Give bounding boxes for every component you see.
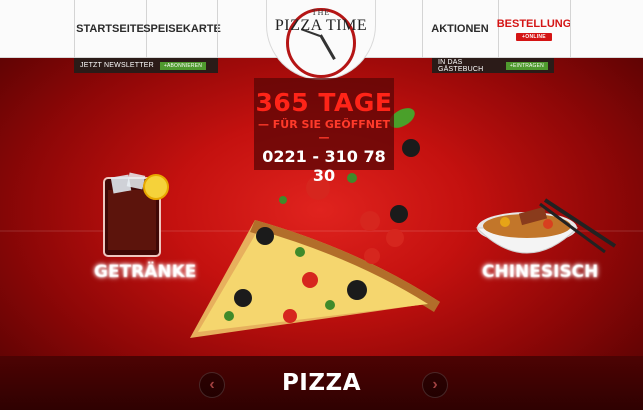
nav-item-bestellung[interactable]: BESTELLUNG +ONLINE <box>496 0 572 58</box>
nav-item-startseite[interactable]: STARTSEITE <box>74 0 146 58</box>
chevron-right-icon: › <box>432 376 438 393</box>
guestbook-entry-button[interactable]: +EINTRAGEN <box>505 61 548 70</box>
chevron-left-icon: ‹ <box>209 376 215 393</box>
phone-number[interactable]: 0221 - 310 78 30 <box>254 147 394 185</box>
logo-the-text: THE <box>311 8 331 17</box>
online-badge: +ONLINE <box>516 32 552 41</box>
opening-promo: 365 TAGE — FÜR SIE GEÖFFNET — 0221 - 310… <box>254 78 394 185</box>
category-getraenke[interactable]: GETRÄNKE <box>94 262 196 282</box>
drink-glass-image <box>103 172 169 257</box>
guestbook-bar: IN DAS GÄSTEBUCH +EINTRAGEN <box>432 58 554 73</box>
slider-prev-button[interactable]: ‹ <box>199 372 225 398</box>
newsletter-subscribe-button[interactable]: +ABONNIEREN <box>159 61 207 70</box>
promo-days: 365 TAGE <box>255 88 393 117</box>
nav-item-bestellung-label: BESTELLUNG <box>496 17 572 30</box>
slider-bar: PIZZA <box>0 356 643 410</box>
site-logo[interactable]: THE PIZZA TIME <box>256 0 386 86</box>
nav-item-aktionen[interactable]: AKTIONEN <box>422 0 498 58</box>
newsletter-label: JETZT NEWSLETTER <box>80 62 154 69</box>
guestbook-label: IN DAS GÄSTEBUCH <box>438 58 484 73</box>
nav-item-speisekarte[interactable]: SPEISEKARTE <box>143 0 221 58</box>
logo-name-text: PIZZA TIME <box>274 17 368 34</box>
slider-next-button[interactable]: › <box>422 372 448 398</box>
category-chinesisch[interactable]: CHINESISCH <box>482 262 598 282</box>
nav-divider <box>217 0 218 58</box>
promo-open-text: — FÜR SIE GEÖFFNET — <box>257 118 391 144</box>
slider-current-title: PIZZA <box>281 370 362 396</box>
nav-divider <box>570 0 571 58</box>
newsletter-bar: JETZT NEWSLETTER +ABONNIEREN <box>74 58 218 73</box>
chinese-bowl-image <box>475 198 617 254</box>
